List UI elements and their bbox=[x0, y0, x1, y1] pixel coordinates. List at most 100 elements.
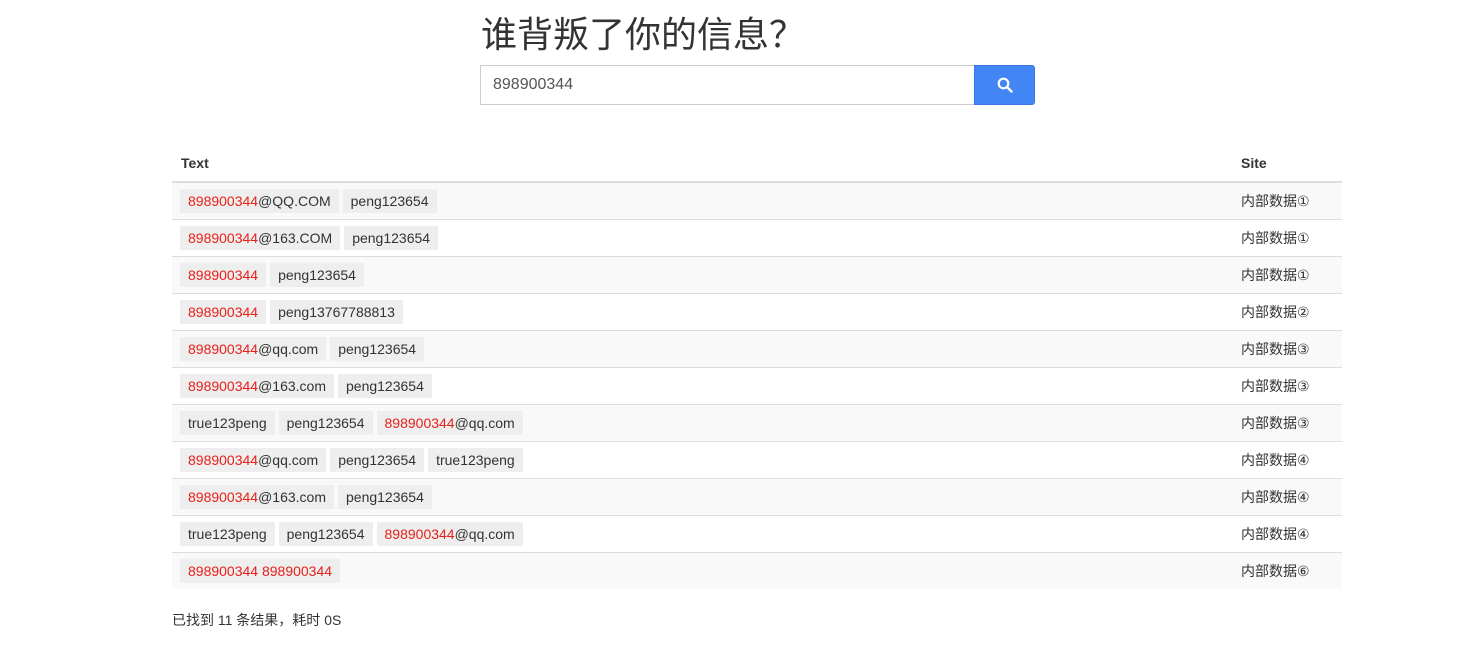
row-site-cell: 内部数据① bbox=[1232, 219, 1342, 257]
data-tag: 898900344@qq.com bbox=[376, 411, 523, 435]
tag-text: @qq.com bbox=[258, 452, 319, 468]
tag-text: peng123654 bbox=[352, 230, 431, 246]
row-text-cell: 898900344 898900344 bbox=[172, 552, 1232, 589]
match-highlight: 898900344 bbox=[188, 230, 259, 246]
tag-text: true123peng bbox=[188, 526, 267, 542]
data-tag: peng123654 bbox=[342, 189, 437, 213]
table-row: 898900344@163.com peng123654 内部数据③ bbox=[172, 367, 1342, 405]
tag-text: @163.com bbox=[258, 489, 326, 505]
match-highlight: 898900344 bbox=[188, 378, 259, 394]
data-tag: 898900344@163.com bbox=[180, 374, 334, 398]
table-row: true123peng peng123654 898900344@qq.com 内部数… bbox=[172, 404, 1342, 442]
data-tag: peng123654 bbox=[338, 485, 432, 509]
table-row: 898900344@qq.com peng123654 内部数据③ bbox=[172, 330, 1342, 368]
result-summary: 已找到 11 条结果，耗时 0S bbox=[172, 612, 342, 628]
match-highlight: 898900344 bbox=[188, 267, 259, 283]
row-text-cell: 898900344 peng13767788813 bbox=[172, 293, 1232, 331]
match-highlight: 898900344 bbox=[188, 193, 259, 209]
row-site-cell: 内部数据③ bbox=[1232, 404, 1342, 442]
match-highlight: 898900344 bbox=[384, 526, 455, 542]
header-site: Site bbox=[1232, 144, 1342, 183]
row-site-cell: 内部数据④ bbox=[1232, 478, 1342, 516]
row-text-cell: 898900344@163.COM peng123654 bbox=[172, 219, 1232, 257]
row-site-cell: 内部数据④ bbox=[1232, 515, 1342, 553]
page-title: 谁背叛了你的信息？ bbox=[481, 15, 806, 56]
data-tag: peng123654 bbox=[270, 263, 364, 287]
data-tag: true123peng bbox=[180, 522, 275, 546]
data-tag: 898900344 bbox=[180, 300, 267, 324]
row-site-cell: 内部数据⑥ bbox=[1232, 552, 1342, 589]
row-text-cell: 898900344 peng123654 bbox=[172, 256, 1232, 294]
tag-text: @QQ.COM bbox=[258, 193, 331, 209]
tag-text: peng123654 bbox=[278, 267, 356, 283]
row-site-cell: 内部数据① bbox=[1232, 256, 1342, 294]
row-site-cell: 内部数据① bbox=[1232, 181, 1342, 220]
row-text-cell: 898900344@QQ.COM peng123654 bbox=[172, 181, 1232, 220]
tag-text: peng123654 bbox=[350, 193, 429, 209]
tag-text: peng123654 bbox=[346, 489, 424, 505]
tag-text: peng123654 bbox=[338, 341, 417, 357]
match-highlight: 898900344 bbox=[384, 415, 455, 431]
match-highlight: 898900344 898900344 bbox=[188, 563, 333, 579]
data-tag: 898900344@qq.com bbox=[376, 522, 523, 546]
search-button[interactable] bbox=[974, 65, 1035, 105]
search-bar bbox=[480, 65, 1035, 105]
match-highlight: 898900344 bbox=[188, 304, 259, 320]
tag-text: peng123654 bbox=[286, 526, 365, 542]
match-highlight: 898900344 bbox=[188, 452, 259, 468]
row-text-cell: true123peng peng123654 898900344@qq.com bbox=[172, 515, 1232, 553]
search-input[interactable] bbox=[480, 65, 974, 105]
tag-text: peng123654 bbox=[286, 415, 365, 431]
data-tag: 898900344@163.COM bbox=[180, 226, 341, 250]
header-text: Text bbox=[172, 144, 1232, 183]
table-row: 898900344 898900344 内部数据⑥ bbox=[172, 552, 1342, 589]
data-tag: peng123654 bbox=[330, 448, 425, 472]
match-highlight: 898900344 bbox=[188, 341, 259, 357]
tag-text: @qq.com bbox=[258, 341, 319, 357]
tag-text: true123peng bbox=[188, 415, 267, 431]
row-site-cell: 内部数据③ bbox=[1232, 367, 1342, 405]
tag-text: peng123654 bbox=[338, 452, 417, 468]
table-row: 898900344@qq.com peng123654 true123peng 内部数… bbox=[172, 441, 1342, 479]
data-tag: 898900344@QQ.COM bbox=[180, 189, 339, 213]
data-tag: 898900344 898900344 bbox=[180, 559, 341, 583]
row-site-cell: 内部数据② bbox=[1232, 293, 1342, 331]
table-row: true123peng peng123654 898900344@qq.com 内部数… bbox=[172, 515, 1342, 553]
data-tag: 898900344 bbox=[180, 263, 267, 287]
row-site-cell: 内部数据③ bbox=[1232, 330, 1342, 368]
tag-text: @163.COM bbox=[258, 230, 333, 246]
table-row: 898900344@QQ.COM peng123654 内部数据① bbox=[172, 181, 1342, 220]
data-tag: peng13767788813 bbox=[270, 300, 403, 324]
data-tag: peng123654 bbox=[330, 337, 425, 361]
row-site-cell: 内部数据④ bbox=[1232, 441, 1342, 479]
row-text-cell: 898900344@qq.com peng123654 bbox=[172, 330, 1232, 368]
results-table: Text Site 898900344@QQ.COM peng123654 内部数据… bbox=[172, 144, 1342, 589]
tag-text: @qq.com bbox=[454, 415, 515, 431]
data-tag: 898900344@163.com bbox=[180, 485, 334, 509]
table-row: 898900344 peng13767788813 内部数据② bbox=[172, 293, 1342, 331]
data-tag: peng123654 bbox=[344, 226, 439, 250]
table-row: 898900344@163.COM peng123654 内部数据① bbox=[172, 219, 1342, 257]
row-text-cell: 898900344@qq.com peng123654 true123peng bbox=[172, 441, 1232, 479]
row-text-cell: true123peng peng123654 898900344@qq.com bbox=[172, 404, 1232, 442]
data-tag: 898900344@qq.com bbox=[180, 337, 327, 361]
match-highlight: 898900344 bbox=[188, 489, 259, 505]
tag-text: @qq.com bbox=[454, 526, 515, 542]
table-row: 898900344 peng123654 内部数据① bbox=[172, 256, 1342, 294]
row-text-cell: 898900344@163.com peng123654 bbox=[172, 478, 1232, 516]
data-tag: peng123654 bbox=[278, 522, 373, 546]
tag-text: peng123654 bbox=[346, 378, 424, 394]
data-tag: true123peng bbox=[428, 448, 523, 472]
data-tag: 898900344@qq.com bbox=[180, 448, 327, 472]
data-tag: true123peng bbox=[180, 411, 275, 435]
data-tag: peng123654 bbox=[278, 411, 373, 435]
data-tag: peng123654 bbox=[338, 374, 432, 398]
tag-text: @163.com bbox=[258, 378, 326, 394]
search-icon bbox=[997, 77, 1013, 93]
tag-text: peng13767788813 bbox=[278, 304, 395, 320]
table-body: 898900344@QQ.COM peng123654 内部数据① 898900344… bbox=[172, 181, 1342, 589]
table-header-row: Text Site bbox=[172, 144, 1342, 183]
row-text-cell: 898900344@163.com peng123654 bbox=[172, 367, 1232, 405]
table-row: 898900344@163.com peng123654 内部数据④ bbox=[172, 478, 1342, 516]
tag-text: true123peng bbox=[436, 452, 515, 468]
